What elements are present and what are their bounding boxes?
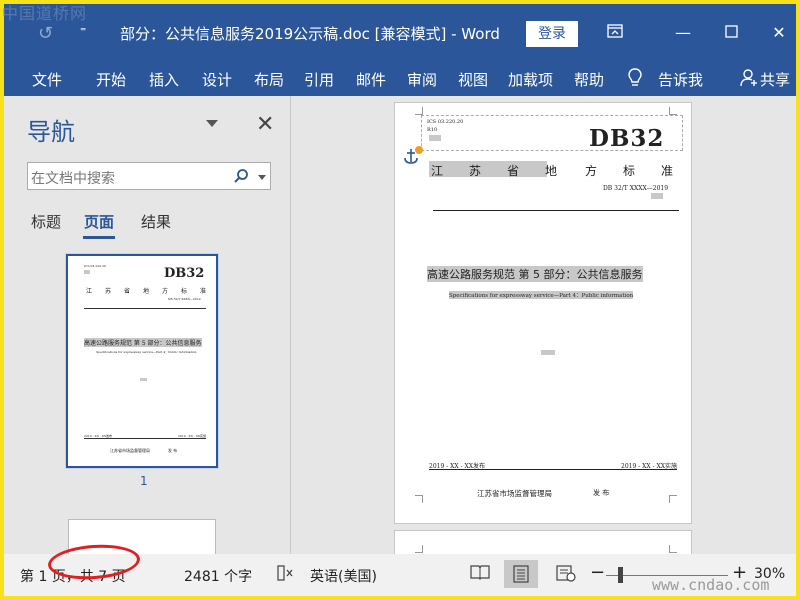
page-title-cn: 高速公路服务规范 第 5 部分：公共信息服务 — [427, 266, 643, 282]
thumb-ics: ICS 03.220.20 — [84, 264, 106, 268]
nav-close-icon[interactable]: ✕ — [256, 112, 274, 137]
margin-corner — [669, 495, 677, 503]
thumb-standard-number: DB 32/T XXXX—2019 — [168, 297, 201, 301]
thumb-title-en: Specifications for expressway service—Pa… — [96, 350, 197, 354]
watermark-bottom-right: www.cndao.com — [652, 576, 770, 594]
page-bottom-rule — [429, 469, 677, 470]
thumb-title-cn: 高速公路服务规范 第 5 部分：公共信息服务 — [84, 338, 202, 347]
navigation-pane: 导航 ✕ 在文档中搜索 标题 页面 结果 ICS 03.220.20 DB32 … — [16, 96, 288, 554]
thumb-center-mark — [140, 378, 147, 381]
language-status[interactable]: 英语(美国) — [310, 566, 377, 586]
tab-help[interactable]: 帮助 — [574, 69, 604, 90]
thumb-issuer: 江苏省市场监督管理局 — [110, 448, 150, 453]
thumb-province-line: 江苏省地方标准 — [86, 288, 220, 295]
page-standard-code: DBDB3232 — [589, 125, 665, 152]
margin-corner — [669, 107, 677, 115]
province-char-3: 省 — [507, 164, 520, 178]
minimize-icon[interactable]: — — [670, 20, 696, 46]
tab-home[interactable]: 开始 — [96, 69, 126, 90]
tab-design[interactable]: 设计 — [202, 69, 232, 90]
thumb-standard-code: DB32 — [164, 266, 205, 281]
sign-in-button[interactable]: 登录 — [526, 21, 578, 47]
page-ics: ICS 03.220.20 — [427, 119, 464, 125]
page-top-rule — [433, 210, 679, 211]
nav-pane-title: 导航 — [27, 118, 75, 146]
thumb-highlight — [84, 270, 90, 274]
read-mode-icon[interactable] — [470, 564, 490, 584]
page-highlight-mark — [429, 135, 441, 141]
document-page-1[interactable]: ICS 03.220.20 R10 DBDB3232 江 苏 省 地 方 标 准… — [394, 102, 692, 524]
lightbulb-icon[interactable] — [628, 68, 642, 88]
tab-review[interactable]: 审阅 — [407, 69, 437, 90]
search-icon[interactable] — [233, 168, 249, 184]
province-line: 江 苏 省 地 方 标 准 — [429, 161, 677, 179]
province-char-2: 苏 — [469, 164, 482, 178]
proofing-icon[interactable] — [276, 564, 294, 586]
active-tab-underline — [83, 236, 115, 239]
margin-corner — [415, 107, 423, 115]
tab-file[interactable]: 文件 — [32, 69, 62, 90]
vertical-scrollbar[interactable] — [785, 96, 796, 554]
anchor-icon — [403, 145, 423, 167]
margin-corner — [415, 545, 423, 553]
page-issue-word: 发 布 — [593, 489, 610, 497]
tab-references[interactable]: 引用 — [304, 69, 334, 90]
word-window: ↺ ⁼ 部分：公共信息服务2019公示稿.doc [兼容模式] - Word 登… — [4, 4, 796, 596]
province-char-4: 地 — [545, 164, 558, 178]
tell-me-box[interactable]: 告诉我 — [658, 69, 703, 90]
margin-corner — [415, 495, 423, 503]
nav-options-chevron-icon[interactable] — [206, 120, 218, 127]
tab-view[interactable]: 视图 — [458, 69, 488, 90]
province-char-1: 江 — [431, 164, 444, 178]
thumb-issue-word: 发 布 — [168, 448, 178, 453]
ribbon-display-options-icon[interactable] — [602, 20, 628, 46]
province-char-6: 标 — [623, 164, 636, 178]
print-layout-icon[interactable] — [504, 560, 538, 588]
zoom-out-button[interactable]: − — [590, 562, 605, 583]
title-bar: ↺ ⁼ 部分：公共信息服务2019公示稿.doc [兼容模式] - Word 登… — [4, 4, 796, 60]
page-center-mark — [541, 350, 555, 355]
share-button[interactable]: 共享 — [760, 69, 790, 90]
province-char-7: 准 — [661, 164, 674, 178]
maximize-icon[interactable] — [718, 20, 744, 46]
page-code-line: R10 — [427, 127, 438, 133]
nav-tab-results[interactable]: 结果 — [141, 211, 171, 232]
thumb-bottom-rule — [84, 438, 206, 439]
undo-icon[interactable]: ↺ — [38, 24, 58, 44]
page-thumbnail-1[interactable]: ICS 03.220.20 DB32 江苏省地方标准 DB 32/T XXXX—… — [66, 254, 218, 468]
thumb-rule — [84, 308, 206, 309]
zoom-slider-thumb[interactable] — [618, 567, 623, 583]
web-layout-icon[interactable] — [556, 564, 576, 586]
margin-corner — [669, 545, 677, 553]
watermark-top-left: 中国道桥网 — [2, 4, 88, 23]
nav-tab-headings[interactable]: 标题 — [31, 211, 61, 232]
nav-search-input[interactable]: 在文档中搜索 — [27, 162, 271, 190]
thumbnail-page-number: 1 — [140, 474, 148, 488]
page-standard-number: DB 32/T XXXX—2019 — [603, 185, 669, 192]
page-number-highlight — [651, 193, 663, 199]
tab-mailings[interactable]: 邮件 — [356, 69, 386, 90]
page-issuer: 江苏省市场监督管理局 — [477, 489, 552, 498]
tab-layout[interactable]: 布局 — [254, 69, 284, 90]
ribbon-tabs: 文件 开始 插入 设计 布局 引用 邮件 审阅 视图 加载项 帮助 告诉我 共享 — [4, 60, 796, 96]
quick-access-dropdown-icon[interactable]: ⁼ — [80, 24, 86, 38]
search-placeholder: 在文档中搜索 — [31, 171, 115, 187]
word-count-status[interactable]: 2481 个字 — [184, 566, 252, 586]
share-person-icon[interactable] — [740, 68, 758, 88]
page-title-en: Specifications for expressway service—Pa… — [449, 291, 634, 299]
province-highlight — [429, 161, 547, 177]
document-title: 部分：公共信息服务2019公示稿.doc [兼容模式] - Word — [120, 25, 500, 43]
close-window-icon[interactable]: ✕ — [766, 20, 792, 46]
tab-addins[interactable]: 加载项 — [508, 69, 553, 90]
nav-tab-pages[interactable]: 页面 — [84, 211, 114, 232]
province-char-5: 方 — [585, 164, 598, 178]
search-options-chevron-icon[interactable] — [258, 175, 266, 180]
tab-insert[interactable]: 插入 — [149, 69, 179, 90]
